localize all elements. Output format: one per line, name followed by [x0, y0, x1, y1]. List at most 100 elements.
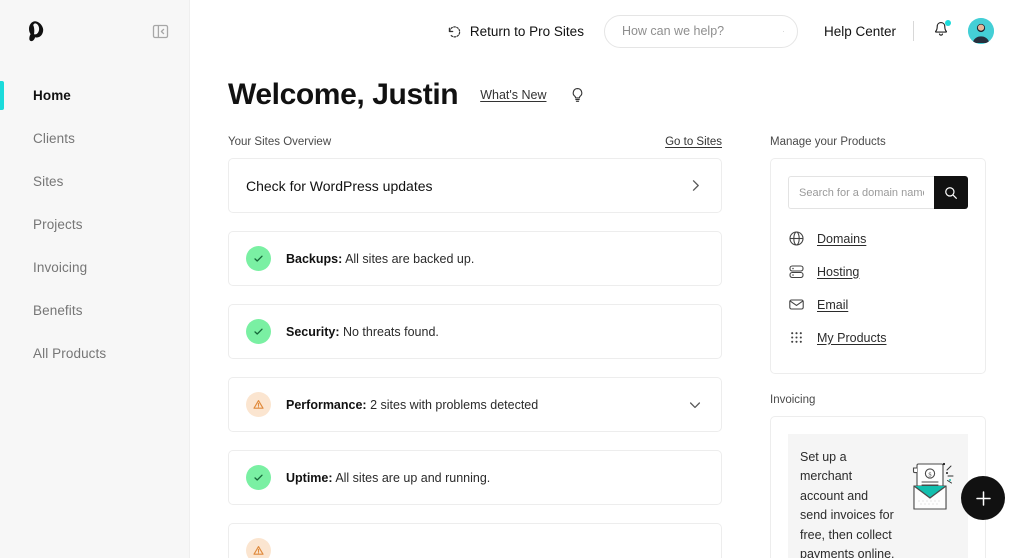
invoicing-panel: Set up a merchant account and send invoi… — [770, 416, 986, 558]
content-columns: Your Sites Overview Go to Sites Check fo… — [190, 112, 1024, 558]
global-search[interactable] — [604, 15, 798, 48]
status-row[interactable]: Security: No threats found. — [229, 305, 721, 358]
status-text: Performance: 2 sites with problems detec… — [286, 398, 687, 412]
invoicing-label: Invoicing — [770, 394, 815, 406]
products-header: Manage your Products — [770, 136, 986, 148]
sidebar-item-benefits[interactable]: Benefits — [0, 289, 189, 332]
sidebar-item-projects[interactable]: Projects — [0, 203, 189, 246]
search-input[interactable] — [622, 24, 783, 38]
domain-search[interactable] — [788, 176, 968, 209]
godaddy-logo[interactable] — [22, 18, 48, 44]
sidebar-item-invoicing[interactable]: Invoicing — [0, 246, 189, 289]
product-link-label: Email — [817, 298, 848, 312]
invoice-envelope-illustration: $ — [900, 456, 962, 518]
add-button[interactable] — [961, 476, 1005, 520]
help-center-label: Help Center — [824, 24, 896, 39]
sidebar-item-all-products[interactable]: All Products — [0, 332, 189, 375]
status-card-security[interactable]: Security: No threats found. — [228, 304, 722, 359]
status-card-performance[interactable]: Performance: 2 sites with problems detec… — [228, 377, 722, 432]
sites-overview-column: Your Sites Overview Go to Sites Check fo… — [228, 136, 722, 558]
wordpress-updates-row[interactable]: Check for WordPress updates — [229, 159, 721, 212]
avatar[interactable] — [968, 18, 994, 44]
status-card-uptime[interactable]: Uptime: All sites are up and running. — [228, 450, 722, 505]
notifications-button[interactable] — [932, 20, 950, 43]
product-link-my-products[interactable]: My Products — [788, 321, 968, 354]
search-icon — [944, 186, 958, 200]
sidebar-item-label: Clients — [33, 131, 75, 146]
go-to-sites-link[interactable]: Go to Sites — [665, 136, 722, 148]
invoicing-promo-text: Set up a merchant account and send invoi… — [800, 448, 896, 558]
check-circle-icon — [246, 465, 271, 490]
svg-text:$: $ — [928, 471, 931, 478]
return-to-pro-sites-link[interactable]: Return to Pro Sites — [447, 24, 584, 39]
product-link-email[interactable]: Email — [788, 288, 968, 321]
invoicing-header: Invoicing — [770, 394, 986, 406]
sidebar-item-home[interactable]: Home — [0, 74, 189, 117]
invoicing-section: Invoicing Set up a merchant account and … — [770, 394, 986, 558]
product-link-label: My Products — [817, 331, 886, 345]
product-link-label: Domains — [817, 232, 866, 246]
wordpress-updates-label: Check for WordPress updates — [246, 178, 688, 194]
help-center-link[interactable]: Help Center — [824, 24, 896, 39]
status-detail: All sites are backed up. — [342, 252, 474, 266]
status-row[interactable] — [229, 524, 721, 558]
sites-overview-label: Your Sites Overview — [228, 136, 331, 148]
status-row[interactable]: Performance: 2 sites with problems detec… — [229, 378, 721, 431]
status-card-partial[interactable] — [228, 523, 722, 558]
status-title: Uptime: — [286, 471, 333, 485]
product-link-domains[interactable]: Domains — [788, 222, 968, 255]
status-text: Security: No threats found. — [286, 325, 703, 339]
search-icon[interactable] — [783, 24, 784, 39]
sidebar: Home Clients Sites Projects Invoicing Be… — [0, 0, 190, 558]
invoicing-illustration-wrap: $ — [900, 448, 962, 558]
whats-new-link[interactable]: What's New — [480, 88, 546, 102]
product-link-label: Hosting — [817, 265, 859, 279]
chevron-down-icon[interactable] — [687, 397, 703, 413]
welcome-section: Welcome, Justin What's New — [190, 62, 1024, 112]
domain-search-input[interactable] — [788, 176, 934, 209]
domain-search-button[interactable] — [934, 176, 968, 209]
main-area: Return to Pro Sites Help Center — [190, 0, 1024, 558]
manage-products-label: Manage your Products — [770, 136, 886, 148]
sidebar-header — [0, 0, 189, 62]
return-to-pro-sites-label: Return to Pro Sites — [470, 24, 584, 39]
right-column: Manage your Products — [770, 136, 986, 558]
sidebar-collapse-icon[interactable] — [152, 23, 169, 40]
check-circle-icon — [246, 319, 271, 344]
lightbulb-icon[interactable] — [570, 87, 585, 103]
sites-overview-header: Your Sites Overview Go to Sites — [228, 136, 722, 148]
status-row[interactable]: Uptime: All sites are up and running. — [229, 451, 721, 504]
check-circle-icon — [246, 246, 271, 271]
avatar-image — [968, 18, 994, 44]
undo-icon — [447, 24, 462, 39]
envelope-icon — [788, 296, 805, 313]
page-title: Welcome, Justin — [228, 78, 458, 112]
status-detail: 2 sites with problems detected — [367, 398, 539, 412]
plus-icon — [974, 489, 993, 508]
sidebar-item-label: Sites — [33, 174, 64, 189]
status-card-backups[interactable]: Backups: All sites are backed up. — [228, 231, 722, 286]
sidebar-item-label: All Products — [33, 346, 106, 361]
invoicing-copy-wrap: Set up a merchant account and send invoi… — [800, 448, 896, 558]
wordpress-updates-card[interactable]: Check for WordPress updates — [228, 158, 722, 213]
sidebar-item-clients[interactable]: Clients — [0, 117, 189, 160]
product-link-hosting[interactable]: Hosting — [788, 255, 968, 288]
status-title: Backups: — [286, 252, 342, 266]
app-root: Home Clients Sites Projects Invoicing Be… — [0, 0, 1024, 558]
status-text: Uptime: All sites are up and running. — [286, 471, 703, 485]
grid-dots-icon — [788, 329, 805, 346]
status-text: Backups: All sites are backed up. — [286, 252, 703, 266]
status-detail: All sites are up and running. — [333, 471, 491, 485]
sidebar-nav: Home Clients Sites Projects Invoicing Be… — [0, 74, 189, 375]
status-row[interactable]: Backups: All sites are backed up. — [229, 232, 721, 285]
chevron-right-icon[interactable] — [688, 178, 703, 193]
sidebar-item-label: Benefits — [33, 303, 83, 318]
status-title: Security: — [286, 325, 340, 339]
manage-products-panel: Domains Hosting — [770, 158, 986, 374]
status-title: Performance: — [286, 398, 367, 412]
sidebar-item-label: Projects — [33, 217, 83, 232]
sidebar-item-sites[interactable]: Sites — [0, 160, 189, 203]
warning-triangle-icon — [246, 392, 271, 417]
sidebar-item-label: Home — [33, 88, 71, 103]
server-icon — [788, 263, 805, 280]
